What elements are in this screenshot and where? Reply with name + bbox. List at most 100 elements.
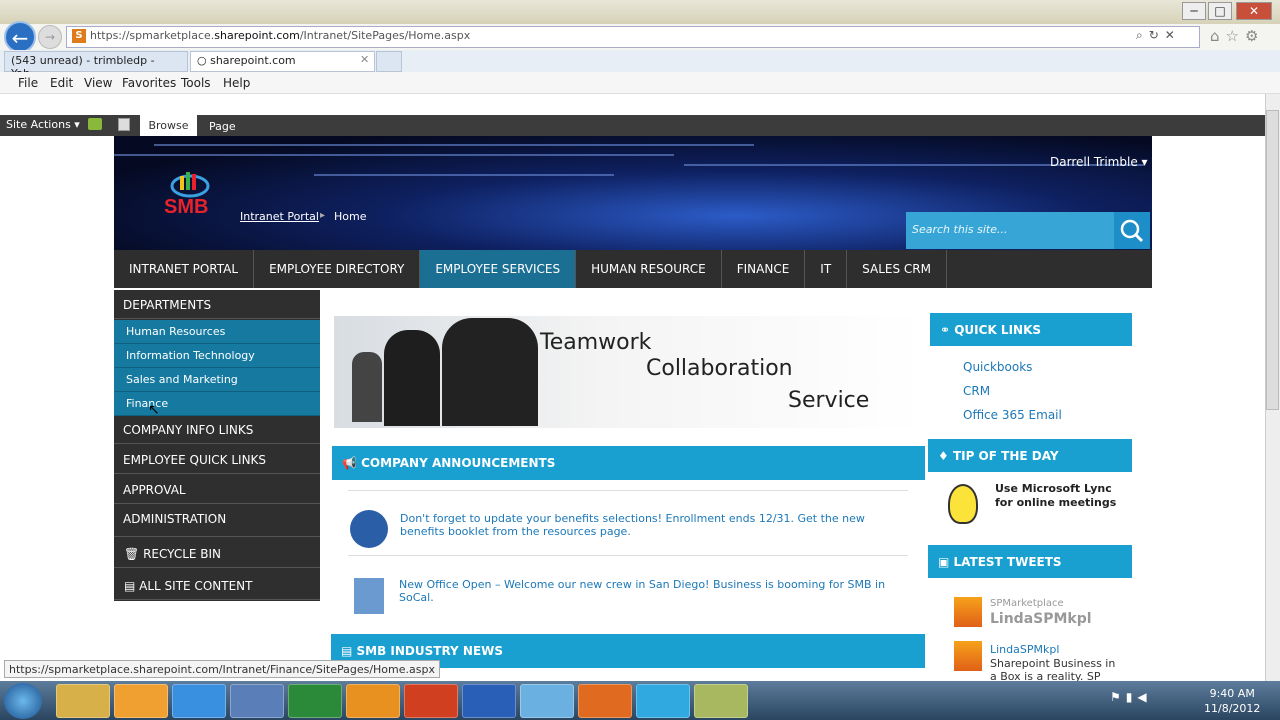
nav-it[interactable]: IT <box>805 250 848 288</box>
menu-edit[interactable]: Edit <box>50 76 73 90</box>
clock[interactable]: 9:40 AM 11/8/2012 <box>1204 686 1260 716</box>
nav-approval[interactable]: APPROVAL <box>114 476 320 504</box>
bulb-small-icon: ♦ <box>938 449 953 463</box>
tab-yahoo[interactable]: (543 unread) - trimbledp - Yah... <box>4 51 188 80</box>
breadcrumb-intranet-portal[interactable]: Intranet Portal <box>240 210 319 223</box>
browser-toolbar-icons[interactable]: ⌂☆⚙ <box>1210 27 1264 45</box>
tweet-handle[interactable]: LindaSPMkpl <box>990 643 1059 656</box>
xmind-taskbar-icon[interactable] <box>230 684 284 718</box>
url-text[interactable]: https://spmarketplace.sharepoint.com/Int… <box>90 29 470 42</box>
quick-link-office365[interactable]: Office 365 Email <box>963 408 1062 422</box>
new-tab-button[interactable] <box>376 51 402 72</box>
tweets-header: ▣ LATEST TWEETS <box>928 545 1132 578</box>
tab-close-icon[interactable]: ✕ <box>360 53 369 66</box>
nav-employee-quick-links[interactable]: EMPLOYEE QUICK LINKS <box>114 446 320 474</box>
breadcrumb-home: Home <box>334 210 367 223</box>
search-button-icon[interactable] <box>1114 212 1150 249</box>
tweet-handle[interactable]: SPMarketplace <box>990 598 1064 609</box>
nav-sales-crm[interactable]: SALES CRM <box>847 250 947 288</box>
tip-text: Use Microsoft Lync for online meetings <box>995 482 1116 510</box>
user-menu[interactable]: Darrell Trimble ▾ <box>1050 155 1148 169</box>
address-actions[interactable]: ⌕↻✕ <box>1136 28 1181 43</box>
skype-taskbar-icon[interactable] <box>636 684 690 718</box>
firefox-taskbar-icon[interactable] <box>578 684 632 718</box>
banner-stripe <box>154 144 754 146</box>
trash-icon: 🗑 <box>124 547 144 561</box>
ribbon-tab-page[interactable]: Page <box>209 120 236 133</box>
all-site-content-label: ALL SITE CONTENT <box>139 579 253 593</box>
site-search-input[interactable]: Search this site... <box>906 212 1114 249</box>
lightbulb-icon <box>948 484 978 524</box>
back-button[interactable]: ← <box>4 21 36 53</box>
excel-taskbar-icon[interactable] <box>288 684 342 718</box>
megaphone-icon: 📢 <box>342 456 362 470</box>
forward-button[interactable]: → <box>38 25 62 49</box>
flag-icon[interactable]: ⚑ <box>1110 690 1126 704</box>
nav-human-resources[interactable]: Human Resources <box>114 320 320 344</box>
maximize-button[interactable]: □ <box>1208 2 1232 20</box>
network-icon[interactable]: ▮ <box>1126 690 1138 704</box>
nav-recycle-bin[interactable]: 🗑 RECYCLE BIN <box>114 540 320 568</box>
start-button-icon[interactable] <box>4 683 42 719</box>
refresh-icon[interactable]: ↻ <box>1149 28 1165 42</box>
nav-departments[interactable]: DEPARTMENTS <box>114 291 320 319</box>
outlook-taskbar-icon[interactable] <box>346 684 400 718</box>
nav-all-site-content[interactable]: ▤ ALL SITE CONTENT <box>114 572 320 600</box>
nav-employee-directory[interactable]: EMPLOYEE DIRECTORY <box>254 250 421 288</box>
media-player-taskbar-icon[interactable] <box>114 684 168 718</box>
ribbon-tab-browse[interactable]: Browse <box>140 115 197 136</box>
twitter-icon: ▣ <box>938 555 954 569</box>
edit-page-icon[interactable] <box>118 118 130 131</box>
search-icon[interactable]: ⌕ <box>1136 28 1149 42</box>
favorites-star-icon[interactable]: ☆ <box>1226 27 1245 45</box>
menu-tools[interactable]: Tools <box>181 76 211 90</box>
tip-line: Use Microsoft Lync <box>995 482 1112 495</box>
internet-explorer-taskbar-icon[interactable] <box>172 684 226 718</box>
app-taskbar-icon[interactable] <box>520 684 574 718</box>
link-icon: ⚭ <box>940 323 955 337</box>
menu-view[interactable]: View <box>84 76 112 90</box>
notes-taskbar-icon[interactable] <box>694 684 748 718</box>
tweet-text: Sharepoint Business in a Box is a realit… <box>990 657 1116 681</box>
gear-icon[interactable]: ⚙ <box>1245 27 1264 45</box>
announcements-header: 📢 COMPANY ANNOUNCEMENTS <box>332 446 925 480</box>
tab-sharepoint[interactable]: ○ sharepoint.com <box>190 51 375 72</box>
tweet-author[interactable]: LindaSPMkpl <box>990 611 1092 627</box>
nav-finance[interactable]: FINANCE <box>722 250 806 288</box>
home-icon[interactable]: ⌂ <box>1210 27 1226 45</box>
nav-finance-dept[interactable]: Finance <box>114 392 320 416</box>
word-taskbar-icon[interactable] <box>462 684 516 718</box>
powerpoint-taskbar-icon[interactable] <box>404 684 458 718</box>
minimize-button[interactable]: ─ <box>1182 2 1206 20</box>
nav-human-resource[interactable]: HUMAN RESOURCE <box>576 250 722 288</box>
stop-icon[interactable]: ✕ <box>1165 28 1181 42</box>
scrollbar-thumb[interactable] <box>1266 110 1279 410</box>
system-tray[interactable]: ⚑▮◀ <box>1110 690 1152 704</box>
quick-link-crm[interactable]: CRM <box>963 384 990 398</box>
close-window-button[interactable]: ✕ <box>1236 2 1272 20</box>
announcement-item[interactable]: New Office Open – Welcome our new crew i… <box>399 578 889 604</box>
nav-intranet-portal[interactable]: INTRANET PORTAL <box>114 250 255 288</box>
volume-icon[interactable]: ◀ <box>1137 690 1151 704</box>
nav-company-info-links[interactable]: COMPANY INFO LINKS <box>114 416 320 444</box>
site-actions-menu[interactable]: Site Actions ▾ <box>6 118 80 131</box>
navigate-up-icon[interactable] <box>88 118 102 130</box>
hero-text-service: Service <box>788 388 870 413</box>
nav-administration[interactable]: ADMINISTRATION <box>114 505 320 537</box>
nav-sales-and-marketing[interactable]: Sales and Marketing <box>114 368 320 392</box>
menu-favorites[interactable]: Favorites <box>122 76 176 90</box>
sharepoint-marketplace-icon <box>954 597 982 627</box>
tab-label: sharepoint.com <box>210 54 296 67</box>
announcement-item[interactable]: Don't forget to update your benefits sel… <box>400 512 880 538</box>
site-favicon: S <box>72 29 86 43</box>
news-icon: ▤ <box>341 644 357 658</box>
nav-employee-services[interactable]: EMPLOYEE SERVICES <box>420 250 577 288</box>
sharepoint-marketplace-icon <box>954 641 982 671</box>
quick-link-quickbooks[interactable]: Quickbooks <box>963 360 1032 374</box>
logo-text[interactable]: SMB <box>164 196 208 219</box>
menu-file[interactable]: File <box>18 76 38 90</box>
nav-information-technology[interactable]: Information Technology <box>114 344 320 368</box>
menu-help[interactable]: Help <box>223 76 250 90</box>
explorer-taskbar-icon[interactable] <box>56 684 110 718</box>
url-prefix: https://spmarketplace. <box>90 29 215 42</box>
